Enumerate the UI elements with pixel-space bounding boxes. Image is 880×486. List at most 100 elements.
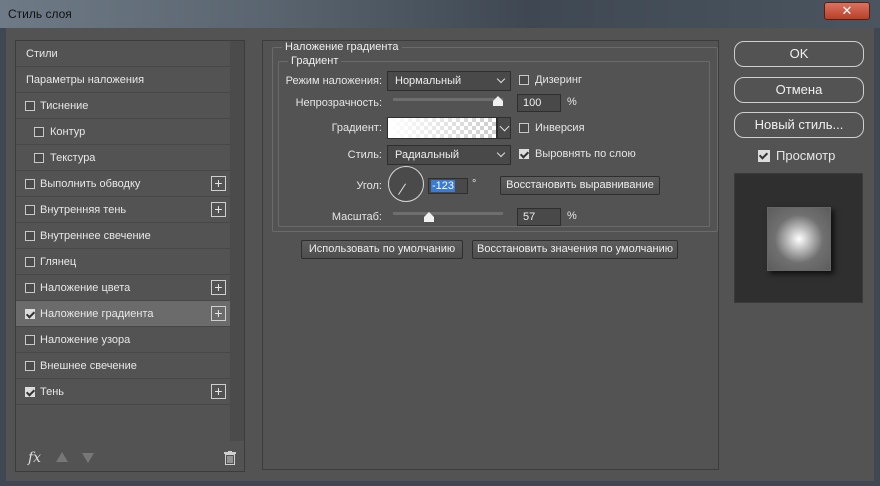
window-border-right — [874, 28, 880, 486]
style-enable-checkbox[interactable] — [34, 153, 44, 163]
gradient-group-title: Градиент — [288, 55, 342, 67]
style-preview — [734, 173, 863, 303]
style-value: Радиальный — [395, 149, 460, 161]
style-list-item-label: Наложение цвета — [40, 282, 131, 294]
opacity-slider[interactable] — [393, 98, 503, 101]
dither-checkbox[interactable] — [519, 75, 529, 85]
style-enable-checkbox[interactable] — [25, 179, 35, 189]
scale-input[interactable]: 57 — [517, 208, 561, 226]
style-select[interactable]: Радиальный — [387, 145, 511, 165]
scale-unit: % — [567, 210, 577, 222]
style-list-item[interactable]: Тень + — [16, 379, 230, 405]
close-button[interactable]: ✕ — [824, 2, 870, 20]
reverse-checkbox[interactable] — [519, 123, 529, 133]
make-default-button[interactable]: Использовать по умолчанию — [301, 240, 463, 259]
add-effect-plus-icon[interactable]: + — [211, 306, 226, 321]
style-list-item-label: Стили — [26, 48, 58, 60]
style-list-item-label: Тень — [40, 386, 65, 398]
style-list-item-label: Наложение градиента — [40, 308, 154, 320]
trash-icon[interactable] — [224, 451, 236, 465]
style-list-item[interactable]: Наложение узора — [16, 327, 230, 353]
window-title: Стиль слоя — [8, 7, 72, 21]
styles-list-panel: Стили Параметры наложения Тиснение Контур Те… — [15, 40, 245, 472]
preview-checkbox[interactable] — [758, 150, 770, 162]
style-list-item[interactable]: Внутреннее свечение — [16, 223, 230, 249]
style-enable-checkbox[interactable] — [25, 361, 35, 371]
window-border-left — [0, 28, 6, 486]
scale-slider[interactable] — [393, 212, 503, 215]
angle-label: Угол: — [356, 180, 382, 192]
angle-input[interactable]: -123 — [428, 178, 468, 194]
opacity-label: Непрозрачность: — [295, 97, 382, 109]
style-list-item[interactable]: Контур — [16, 119, 230, 145]
style-list-item[interactable]: Внешнее свечение — [16, 353, 230, 379]
gradient-swatch[interactable] — [387, 117, 497, 139]
add-effect-plus-icon[interactable]: + — [211, 384, 226, 399]
style-enable-checkbox[interactable] — [25, 257, 35, 267]
style-list-item-label: Наложение узора — [40, 334, 131, 346]
dither-label: Дизеринг — [535, 74, 582, 86]
style-list-item[interactable]: Параметры наложения — [16, 67, 230, 93]
cancel-button[interactable]: Отмена — [734, 77, 864, 103]
style-enable-checkbox[interactable] — [25, 101, 35, 111]
blend-mode-label: Режим наложения: — [285, 75, 382, 87]
style-list-item[interactable]: Тиснение — [16, 93, 230, 119]
window-border-bottom — [0, 481, 880, 486]
opacity-unit: % — [567, 96, 577, 108]
angle-unit: ° — [472, 178, 477, 190]
style-list-item-label: Выполнить обводку — [40, 178, 141, 190]
gradient-overlay-title: Наложение градиента — [282, 41, 402, 53]
align-checkbox[interactable] — [519, 149, 529, 159]
styles-toolbar: fx — [16, 445, 244, 471]
opacity-slider-thumb[interactable] — [493, 96, 503, 106]
style-list-item[interactable]: Внутренняя тень + — [16, 197, 230, 223]
style-enable-checkbox[interactable] — [25, 335, 35, 345]
styles-list: Стили Параметры наложения Тиснение Контур Те… — [16, 41, 230, 405]
reverse-label: Инверсия — [535, 122, 585, 134]
blend-mode-value: Нормальный — [395, 75, 462, 87]
style-enable-checkbox[interactable] — [25, 387, 35, 397]
style-list-item-label: Глянец — [40, 256, 77, 268]
ok-button[interactable]: OK — [734, 41, 864, 67]
style-enable-checkbox[interactable] — [25, 309, 35, 319]
new-style-button[interactable]: Новый стиль... — [734, 112, 864, 138]
style-list-item[interactable]: Стили — [16, 41, 230, 67]
angle-dial-needle — [398, 183, 406, 195]
angle-dial[interactable] — [388, 166, 424, 202]
style-list-item-label: Контур — [50, 126, 86, 138]
chevron-down-icon — [496, 148, 506, 158]
style-list-item[interactable]: Наложение градиента + — [16, 301, 230, 327]
style-list-item[interactable]: Текстура — [16, 145, 230, 171]
angle-value: -123 — [431, 180, 456, 192]
style-list-item-label: Тиснение — [40, 100, 89, 112]
align-label: Выровнять по слою — [535, 148, 636, 160]
reset-alignment-button[interactable]: Восстановить выравнивание — [500, 176, 660, 195]
blend-mode-select[interactable]: Нормальный — [387, 71, 511, 91]
title-bar: Стиль слоя ✕ — [0, 0, 880, 28]
opacity-input[interactable]: 100 — [517, 94, 561, 112]
scale-label: Масштаб: — [331, 211, 382, 223]
style-list-item-label: Текстура — [50, 152, 96, 164]
move-down-icon[interactable] — [82, 453, 94, 463]
style-list-item-label: Внутреннее свечение — [40, 230, 151, 242]
gradient-label: Градиент: — [331, 122, 382, 134]
add-effect-plus-icon[interactable]: + — [211, 176, 226, 191]
move-up-icon[interactable] — [56, 452, 68, 462]
add-effect-plus-icon[interactable]: + — [211, 280, 226, 295]
style-list-item-label: Внешнее свечение — [40, 360, 137, 372]
add-effect-plus-icon[interactable]: + — [211, 202, 226, 217]
scale-slider-thumb[interactable] — [424, 212, 435, 222]
preview-swatch — [767, 207, 831, 271]
gradient-picker-chevron-down-icon[interactable] — [497, 117, 511, 139]
style-enable-checkbox[interactable] — [34, 127, 44, 137]
preview-label: Просмотр — [776, 148, 836, 163]
style-label: Стиль: — [347, 149, 382, 161]
style-enable-checkbox[interactable] — [25, 283, 35, 293]
style-list-item[interactable]: Наложение цвета + — [16, 275, 230, 301]
fx-icon[interactable]: fx — [28, 450, 41, 466]
style-list-item[interactable]: Выполнить обводку + — [16, 171, 230, 197]
style-enable-checkbox[interactable] — [25, 231, 35, 241]
style-enable-checkbox[interactable] — [25, 205, 35, 215]
style-list-item[interactable]: Глянец — [16, 249, 230, 275]
reset-to-default-button[interactable]: Восстановить значения по умолчанию — [472, 240, 678, 259]
